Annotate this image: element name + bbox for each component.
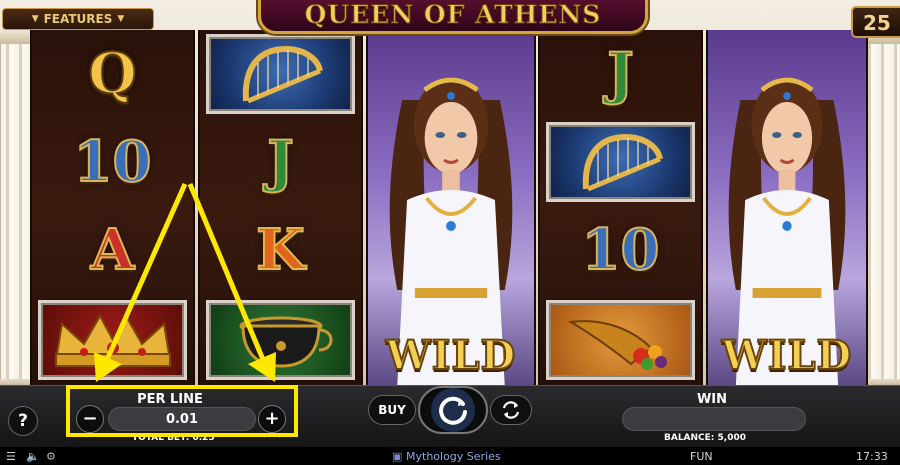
symbol-ten-card: 10 (32, 118, 193, 206)
harp-icon (546, 122, 695, 202)
spin-button[interactable] (418, 386, 488, 434)
sound-icon[interactable]: 🔈 (26, 450, 40, 463)
autoplay-button[interactable] (490, 395, 532, 425)
triangle-down-icon: ▼ (117, 14, 125, 24)
game-title-plate: QUEEN OF ATHENS (258, 0, 648, 34)
symbol-ace-card: A (32, 206, 193, 294)
symbol-letter: K (255, 217, 306, 283)
reel-5: WILD (706, 30, 868, 385)
reel-3: WILD (366, 30, 536, 385)
reel-grid: Q 10 A J K WILD J 10 WILD (30, 30, 868, 385)
lines-badge[interactable]: 25 (851, 6, 900, 38)
balance: BALANCE: 5,000 (664, 433, 747, 443)
symbol-letter: 10 (73, 129, 153, 195)
symbol-ten-card: 10 (540, 206, 701, 294)
series-logo-icon: ▣ (392, 450, 403, 463)
cornucopia-icon (546, 300, 695, 380)
symbol-king-card: K (200, 206, 361, 294)
reel-1: Q 10 A (30, 30, 195, 385)
wild-label: WILD (721, 331, 853, 380)
game-title: QUEEN OF ATHENS (304, 0, 602, 29)
symbol-jack-card: J (540, 30, 701, 118)
symbol-harp (200, 30, 361, 118)
symbol-queen-card: Q (32, 30, 193, 118)
wild-label: WILD (385, 331, 517, 380)
help-button[interactable]: ? (8, 406, 38, 436)
footer-strip: ☰ 🔈 ⚙ ▣ Mythology Series FUN 17:33 (0, 447, 900, 465)
spin-icon (431, 388, 475, 432)
symbol-letter: Q (87, 41, 138, 107)
harp-icon (206, 34, 355, 114)
symbol-crown (32, 296, 193, 384)
buy-feature-button[interactable]: BUY (368, 395, 416, 425)
features-button[interactable]: ▼ FEATURES ▼ (2, 8, 154, 30)
symbol-cornucopia (540, 296, 701, 384)
symbol-letter: 10 (581, 217, 661, 283)
series-name: Mythology Series (406, 450, 501, 463)
symbol-letter: A (90, 217, 135, 283)
symbol-letter: J (266, 129, 294, 195)
menu-icon[interactable]: ☰ (6, 450, 16, 463)
annotation-highlight-box (66, 385, 298, 437)
triangle-down-icon: ▼ (31, 14, 39, 24)
symbol-jack-card: J (200, 118, 361, 206)
settings-icon[interactable]: ⚙ (46, 450, 56, 463)
win-value (622, 407, 806, 431)
features-label: FEATURES (43, 12, 113, 26)
cauldron-icon (206, 300, 355, 380)
reel-2: J K (198, 30, 363, 385)
win-label: WIN (696, 392, 728, 407)
symbol-letter: J (606, 41, 634, 107)
reel-4: J 10 (538, 30, 703, 385)
play-mode: FUN (690, 450, 713, 463)
crown-icon (38, 300, 187, 380)
symbol-harp (540, 118, 701, 206)
clock: 17:33 (856, 450, 888, 463)
symbol-cauldron (200, 296, 361, 384)
autoplay-icon (502, 401, 520, 419)
